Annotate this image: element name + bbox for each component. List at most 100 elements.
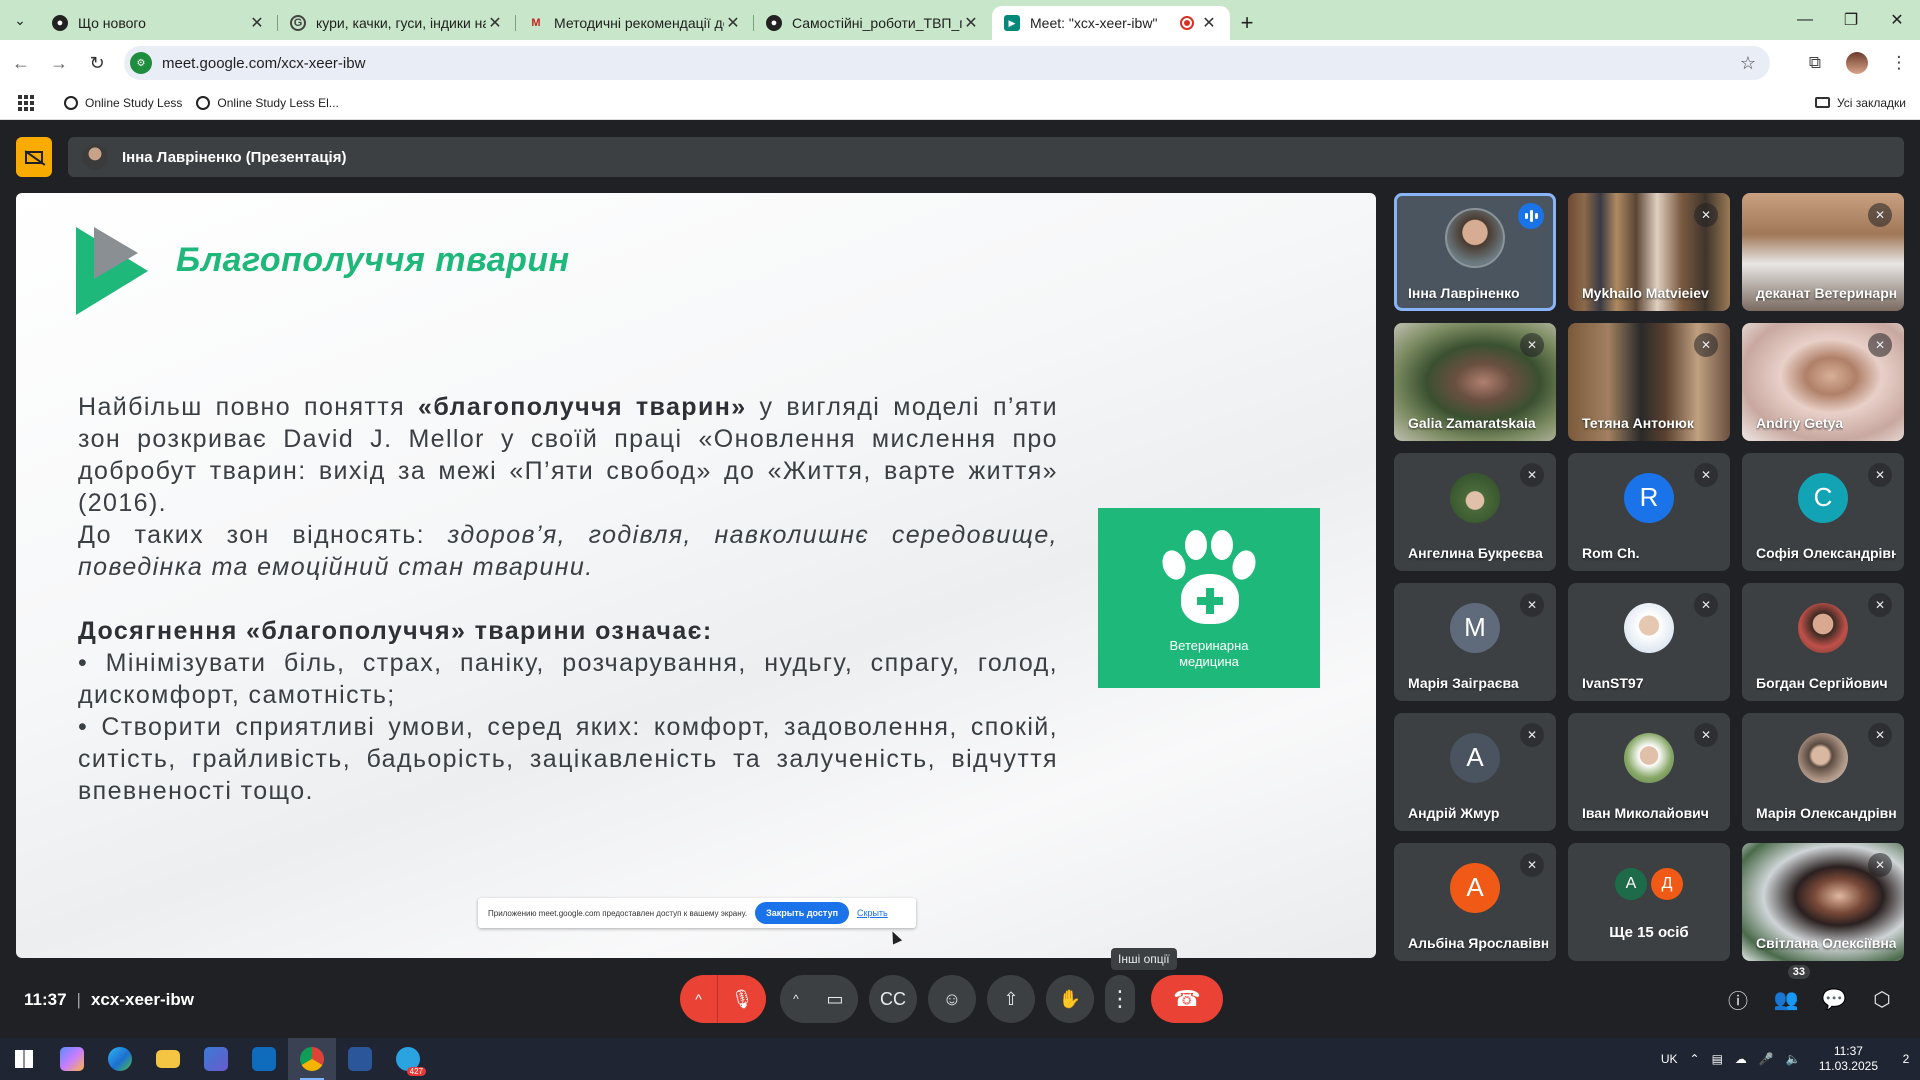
extensions-icon[interactable]: ⧉ [1794, 53, 1836, 73]
participant-tile[interactable]: ✕ Іван Миколайович [1568, 713, 1730, 831]
participant-tile[interactable]: M ✕ Марія Заіграєва [1394, 583, 1556, 701]
participant-tile[interactable]: ✕ Andriy Getya [1742, 323, 1904, 441]
captions-icon[interactable]: CC [869, 975, 917, 1023]
close-icon[interactable]: ✕ [1200, 13, 1218, 33]
outlook-icon [252, 1047, 276, 1071]
tab-search-chevron-icon[interactable]: ⌄ [0, 0, 40, 40]
tab-0[interactable]: ● Що нового ✕ [40, 6, 278, 40]
participant-tile[interactable]: ✕ Тетяна Антонюк [1568, 323, 1730, 441]
mic-off-icon[interactable]: 🎙 [718, 975, 766, 1023]
new-tab-plus-icon[interactable]: + [1230, 6, 1264, 40]
participant-tile[interactable]: ✕ Mykhailo Matvieiev [1568, 193, 1730, 311]
more-participants-tile[interactable]: A Д Ще 15 осіб [1568, 843, 1730, 961]
taskbar-explorer[interactable] [144, 1038, 192, 1080]
taskbar-word[interactable] [336, 1038, 384, 1080]
participant-tile[interactable]: ✕ Ангелина Букреєва [1394, 453, 1556, 571]
bookmark-star-icon[interactable]: ☆ [1740, 53, 1756, 74]
word-icon [348, 1047, 372, 1071]
present-screen-icon[interactable]: ⇧ [987, 975, 1035, 1023]
presentation-toggle-button[interactable] [16, 137, 52, 177]
notifications-icon[interactable]: 2 [1892, 1038, 1920, 1080]
participant-tile[interactable]: R ✕ Rom Ch. [1568, 453, 1730, 571]
bookmark-online-study-el[interactable]: Online Study Less El... [196, 95, 339, 110]
participant-tile[interactable]: A ✕ Андрій Жмур [1394, 713, 1556, 831]
forward-arrow-icon[interactable]: → [42, 46, 76, 80]
participant-initial: R [1624, 472, 1674, 523]
restore-icon[interactable]: ❐ [1828, 0, 1874, 40]
participant-tile[interactable]: ✕ Марія Олександрівна [1742, 713, 1904, 831]
slide-paragraph-1: Найбільш повно поняття «благополуччя тва… [78, 391, 1058, 519]
mic-muted-icon: ✕ [1520, 463, 1544, 487]
hide-notice-link[interactable]: Скрыть [857, 908, 888, 918]
close-icon[interactable]: ✕ [486, 13, 504, 33]
clock-date[interactable]: 11:37 11.03.2025 [1819, 1044, 1878, 1074]
file-explorer-icon [156, 1050, 180, 1068]
site-info-icon[interactable]: ⚙ [130, 52, 152, 74]
close-icon[interactable]: ✕ [248, 13, 266, 33]
profile-avatar[interactable] [1836, 52, 1878, 74]
video-settings-chevron-icon[interactable]: ^ [780, 975, 812, 1023]
more-participants-label: Ще 15 осіб [1609, 924, 1689, 941]
participant-tile[interactable]: ✕ Світлана Олексіївна [1742, 843, 1904, 961]
tab-title: кури, качки, гуси, індики на біо [316, 15, 486, 31]
start-button[interactable] [0, 1038, 48, 1080]
emoji-reaction-icon[interactable]: ☺ [928, 975, 976, 1023]
network-icon[interactable]: ▤ [1712, 1052, 1723, 1066]
taskbar-store[interactable] [192, 1038, 240, 1080]
chat-icon[interactable]: 💬 [1810, 975, 1858, 1023]
tab-3[interactable]: ● Самостійні_роботи_ТВП_птахів ✕ [754, 6, 992, 40]
audio-settings-chevron-icon[interactable]: ^ [680, 975, 718, 1023]
mic-muted-icon: ✕ [1868, 203, 1892, 227]
mic-tray-icon[interactable]: 🎤 [1759, 1052, 1774, 1066]
close-icon[interactable]: ✕ [962, 13, 980, 33]
more-options-icon[interactable]: ⋮ [1105, 975, 1135, 1023]
address-bar[interactable]: ⚙ meet.google.com/xcx-xeer-ibw ☆ [124, 46, 1770, 80]
camera-icon[interactable]: ▭ [812, 975, 858, 1023]
slide-bullet-2: • Створити сприятливі умови, серед яких:… [78, 713, 1058, 805]
taskbar-telegram[interactable]: 427 [384, 1038, 432, 1080]
bookmark-label: Online Study Less El... [217, 95, 339, 110]
toolbar-right: ⧉ ⋮ [1794, 46, 1920, 80]
participant-avatar [1798, 602, 1848, 653]
language-indicator[interactable]: UK [1661, 1052, 1678, 1066]
tab-2[interactable]: M Методичні рекомендації до ві ✕ [516, 6, 754, 40]
meeting-details-icon[interactable]: ⓘ [1714, 975, 1762, 1023]
bookmark-online-study[interactable]: Online Study Less [64, 95, 182, 110]
raise-hand-icon[interactable]: ✋ [1046, 975, 1094, 1023]
window-close-icon[interactable]: ✕ [1874, 0, 1920, 40]
reload-icon[interactable]: ↻ [80, 46, 114, 80]
taskbar-copilot[interactable] [48, 1038, 96, 1080]
vet-card-label: Ветеринарна медицина [1169, 638, 1248, 670]
meeting-time: 11:37 [24, 990, 67, 1009]
taskbar-outlook[interactable] [240, 1038, 288, 1080]
participant-tile[interactable]: Інна Лавріненко [1394, 193, 1556, 311]
participant-tile[interactable]: C ✕ Софія Олександрівна [1742, 453, 1904, 571]
people-icon[interactable]: 👥 33 [1762, 965, 1810, 1023]
minimize-icon[interactable]: — [1782, 0, 1828, 40]
participant-tile[interactable]: ✕ деканат Ветеринарної медицини [1742, 193, 1904, 311]
tab-4-active[interactable]: ▶ Meet: "xcx-xeer-ibw" ✕ [992, 6, 1230, 40]
close-icon[interactable]: ✕ [724, 13, 742, 33]
more-options-tooltip: Інші опції [1111, 948, 1177, 970]
tab-1[interactable]: G кури, качки, гуси, індики на біо ✕ [278, 6, 516, 40]
all-bookmarks[interactable]: Усі закладки [1814, 96, 1906, 110]
onedrive-icon[interactable]: ☁ [1735, 1052, 1747, 1066]
system-tray: UK ⌃ ▤ ☁ 🎤 🔈 11:37 11.03.2025 2 [1661, 1038, 1920, 1080]
taskbar-chrome[interactable] [288, 1038, 336, 1080]
stop-sharing-button[interactable]: Закрыть доступ [755, 902, 850, 924]
activities-icon[interactable]: ⬡ [1858, 975, 1906, 1023]
end-call-icon[interactable]: ☎ [1151, 975, 1223, 1023]
volume-icon[interactable]: 🔈 [1786, 1052, 1801, 1066]
participant-tile[interactable]: ✕ Богдан Сергійович [1742, 583, 1904, 701]
back-arrow-icon[interactable]: ← [4, 46, 38, 80]
chrome-icon [300, 1047, 324, 1071]
more-avatars: A Д [1615, 868, 1683, 901]
tray-overflow-icon[interactable]: ⌃ [1690, 1052, 1700, 1066]
taskbar-edge[interactable] [96, 1038, 144, 1080]
participant-tile[interactable]: ✕ Galia Zamaratskaia [1394, 323, 1556, 441]
tray-date: 11.03.2025 [1818, 1059, 1878, 1073]
apps-grid-icon[interactable] [18, 94, 34, 111]
browser-menu-icon[interactable]: ⋮ [1878, 53, 1920, 73]
participant-tile[interactable]: ✕ IvanST97 [1568, 583, 1730, 701]
participant-tile[interactable]: A ✕ Альбіна Ярославівна [1394, 843, 1556, 961]
